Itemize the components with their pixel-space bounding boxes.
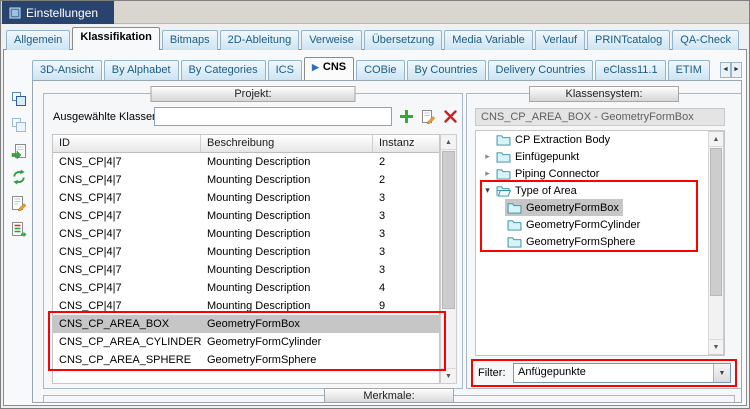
table-row[interactable]: CNS_CP|4|7 Mounting Description 9 (53, 297, 439, 315)
table-row[interactable]: CNS_CP_AREA_SPHERE GeometryFormSphere (53, 351, 439, 369)
window-title-tab[interactable]: Einstellungen (2, 1, 114, 24)
tab-media-variable[interactable]: Media Variable (444, 30, 533, 50)
tab-uebersetzung[interactable]: Übersetzung (364, 30, 442, 50)
merkmale-groupbox: Merkmale: (43, 395, 735, 403)
edit-class-icon[interactable] (419, 107, 437, 125)
tree-item-geometryformbox[interactable]: GeometryFormBox (476, 199, 724, 216)
table-row-selected[interactable]: CNS_CP_AREA_BOX GeometryFormBox (53, 315, 439, 333)
left-toolbar (8, 90, 29, 238)
tree-item-einfuegepunkt[interactable]: ▸ Einfügepunkt (476, 148, 724, 165)
subtab-by-countries[interactable]: By Countries (407, 60, 486, 80)
subtab-by-alphabet[interactable]: By Alphabet (104, 60, 179, 80)
tab-2d-ableitung[interactable]: 2D-Ableitung (220, 30, 300, 50)
cns-panel: Projekt: Ausgewählte Klassen (32, 80, 742, 403)
expander-collapsed-icon[interactable]: ▸ (481, 151, 494, 162)
copy-icon[interactable] (10, 90, 28, 108)
subtab-cobie[interactable]: COBie (356, 60, 404, 80)
filter-label: Filter: (478, 367, 506, 379)
projekt-groupbox: Projekt: Ausgewählte Klassen (43, 93, 463, 389)
tab-verweise[interactable]: Verweise (301, 30, 362, 50)
klassensystem-group-title: Klassensystem: (529, 86, 679, 102)
paste-icon[interactable] (10, 116, 28, 134)
folder-icon (507, 219, 522, 231)
folder-icon (496, 168, 511, 180)
scrollbar-thumb[interactable] (442, 151, 455, 309)
folder-icon (496, 134, 511, 146)
subtab-etim[interactable]: ETIM (668, 60, 710, 80)
tab-scroll-buttons: ◄ ► (720, 62, 742, 78)
settings-icon (9, 7, 21, 19)
scroll-up-icon[interactable]: ▲ (709, 132, 723, 147)
scroll-down-icon[interactable]: ▼ (709, 339, 723, 354)
class-tree[interactable]: CP Extraction Body ▸ Einfügepunkt ▸ (475, 130, 725, 356)
scrollbar-thumb[interactable] (710, 148, 722, 296)
subtab-cns-label: CNS (323, 61, 346, 73)
table-row[interactable]: CNS_CP|4|7 Mounting Description 3 (53, 207, 439, 225)
refresh-icon[interactable] (10, 168, 28, 186)
expander-collapsed-icon[interactable]: ▸ (481, 168, 494, 179)
column-header-instanz[interactable]: Instanz (373, 135, 437, 152)
add-class-icon[interactable] (397, 107, 415, 125)
selected-classes-label: Ausgewählte Klassen (53, 111, 158, 123)
import-class-icon[interactable] (10, 142, 28, 160)
subtab-3d-ansicht[interactable]: 3D-Ansicht (32, 60, 102, 80)
tree-item-piping-connector[interactable]: ▸ Piping Connector (476, 165, 724, 182)
scroll-up-icon[interactable]: ▲ (441, 135, 456, 150)
tab-bitmaps[interactable]: Bitmaps (162, 30, 218, 50)
table-row[interactable]: CNS_CP|4|7 Mounting Description 3 (53, 243, 439, 261)
window-title: Einstellungen (26, 6, 98, 20)
tab-verlauf[interactable]: Verlauf (535, 30, 585, 50)
table-header: ID Beschreibung Instanz (53, 135, 439, 153)
chevron-down-icon[interactable]: ▼ (713, 364, 730, 382)
scroll-down-icon[interactable]: ▼ (441, 368, 456, 383)
subtab-ics[interactable]: ICS (268, 60, 302, 80)
window-titlebar: Einstellungen (1, 1, 749, 24)
tree-item-cp-extraction-body[interactable]: CP Extraction Body (476, 131, 724, 148)
klassensystem-groupbox: Klassensystem: CNS_CP_AREA_BOX - Geometr… (466, 93, 742, 389)
subtab-eclass11-1[interactable]: eClass11.1 (595, 60, 665, 80)
selected-classes-table[interactable]: ID Beschreibung Instanz CNS_CP|4|7 Mount… (52, 134, 440, 384)
edit-list-icon[interactable] (10, 194, 28, 212)
column-header-id[interactable]: ID (53, 135, 201, 152)
main-tab-strip: Allgemein Klassifikation Bitmaps 2D-Able… (6, 27, 746, 50)
tab-klassifikation[interactable]: Klassifikation (72, 27, 160, 50)
table-row[interactable]: CNS_CP|4|7 Mounting Description 3 (53, 225, 439, 243)
subtab-delivery-countries[interactable]: Delivery Countries (488, 60, 594, 80)
tree-item-geometryformcylinder[interactable]: GeometryFormCylinder (476, 216, 724, 233)
subtab-by-categories[interactable]: By Categories (181, 60, 266, 80)
klassifikation-page: 3D-Ansicht By Alphabet By Categories ICS… (3, 49, 747, 406)
merkmale-group-title: Merkmale: (324, 388, 454, 403)
tree-item-type-of-area[interactable]: ▾ Type of Area (476, 182, 724, 199)
projekt-group-title: Projekt: (151, 86, 356, 102)
table-vertical-scrollbar[interactable]: ▲ ▼ (440, 134, 457, 384)
tree-vertical-scrollbar[interactable]: ▲ ▼ (708, 131, 724, 355)
folder-icon (507, 202, 522, 214)
filter-dropdown[interactable]: Anfügepunkte ▼ (513, 363, 731, 383)
table-row[interactable]: CNS_CP_AREA_CYLINDER GeometryFormCylinde… (53, 333, 439, 351)
table-row[interactable]: CNS_CP|4|7 Mounting Description 3 (53, 261, 439, 279)
tree-item-geometryformsphere[interactable]: GeometryFormSphere (476, 233, 724, 250)
open-folder-icon (496, 185, 511, 197)
class-search-input[interactable] (154, 107, 392, 126)
export-class-icon[interactable] (10, 220, 28, 238)
sub-tab-strip: 3D-Ansicht By Alphabet By Categories ICS… (32, 57, 718, 80)
tab-allgemein[interactable]: Allgemein (6, 30, 70, 50)
selected-class-header: CNS_CP_AREA_BOX - GeometryFormBox (475, 108, 725, 126)
expander-expanded-icon[interactable]: ▾ (481, 185, 494, 196)
table-row[interactable]: CNS_CP|4|7 Mounting Description 4 (53, 279, 439, 297)
tab-printcatalog[interactable]: PRINTcatalog (587, 30, 670, 50)
folder-icon (496, 151, 511, 163)
table-row[interactable]: CNS_CP|4|7 Mounting Description 3 (53, 189, 439, 207)
tab-qa-check[interactable]: QA-Check (672, 30, 739, 50)
column-header-beschreibung[interactable]: Beschreibung (201, 135, 373, 152)
table-row[interactable]: CNS_CP|4|7 Mounting Description 2 (53, 171, 439, 189)
remove-class-icon[interactable] (441, 107, 459, 125)
table-row[interactable]: CNS_CP|4|7 Mounting Description 2 (53, 153, 439, 171)
tab-scroll-left-icon[interactable]: ◄ (720, 62, 731, 78)
folder-icon (507, 236, 522, 248)
tab-scroll-right-icon[interactable]: ► (731, 62, 742, 78)
filter-dropdown-value: Anfügepunkte (518, 366, 712, 378)
subtab-cns[interactable]: ▶ CNS (304, 57, 354, 80)
active-tab-arrow-icon: ▶ (312, 62, 319, 72)
